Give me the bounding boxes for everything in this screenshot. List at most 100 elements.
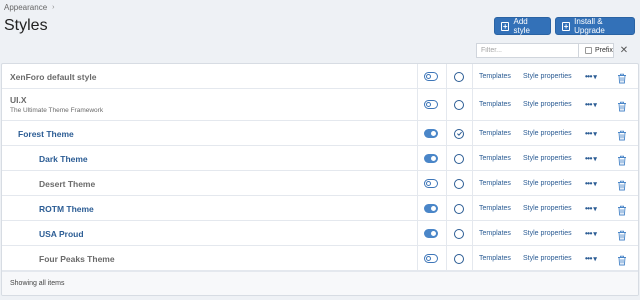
- default-style-radio[interactable]: [454, 153, 464, 164]
- templates-link[interactable]: Templates: [479, 205, 511, 212]
- trash-icon[interactable]: [617, 71, 627, 83]
- style-name[interactable]: Four Peaks Theme: [39, 254, 115, 264]
- caret-down-icon: ▾: [591, 180, 597, 188]
- footer-status: Showing all items: [10, 280, 65, 287]
- style-row[interactable]: USA Proud Templates Style properties ••• ▾: [2, 221, 638, 246]
- templates-link[interactable]: Templates: [479, 180, 511, 187]
- prefix-toggle[interactable]: Prefix: [578, 43, 614, 58]
- cell-divider: [446, 171, 447, 195]
- add-style-button[interactable]: + Add style: [494, 17, 551, 35]
- enable-toggle[interactable]: [424, 228, 438, 238]
- trash-icon[interactable]: [617, 99, 627, 112]
- cell-divider: [472, 121, 473, 145]
- enable-toggle[interactable]: [424, 153, 438, 163]
- style-name[interactable]: Forest Theme: [18, 129, 74, 139]
- style-row[interactable]: Desert Theme Templates Style properties •••…: [2, 171, 638, 196]
- cell-divider: [472, 171, 473, 195]
- style-properties-link[interactable]: Style properties: [523, 230, 572, 237]
- enable-toggle[interactable]: [424, 203, 438, 213]
- cell-divider: [417, 196, 418, 220]
- default-style-radio[interactable]: [454, 228, 464, 239]
- toggle-knob: [426, 255, 431, 261]
- more-dots-icon: •••: [585, 228, 592, 238]
- style-name[interactable]: UI.X: [10, 95, 27, 105]
- more-actions-menu[interactable]: ••• ▾: [585, 178, 597, 188]
- more-actions-menu[interactable]: ••• ▾: [585, 153, 597, 163]
- styles-list: XenForo default style Templates Style prop…: [1, 63, 639, 296]
- cell-divider: [417, 171, 418, 195]
- enable-toggle[interactable]: [424, 100, 438, 109]
- caret-down-icon: ▾: [591, 255, 597, 263]
- style-name[interactable]: ROTM Theme: [39, 204, 94, 214]
- cell-divider: [472, 196, 473, 220]
- style-name[interactable]: Desert Theme: [39, 179, 95, 189]
- more-actions-menu[interactable]: ••• ▾: [585, 100, 597, 109]
- enable-toggle[interactable]: [424, 178, 438, 188]
- default-style-radio[interactable]: [454, 71, 464, 82]
- install-upgrade-button[interactable]: + Install & Upgrade: [555, 17, 635, 35]
- templates-link[interactable]: Templates: [479, 73, 511, 80]
- enable-toggle[interactable]: [424, 71, 438, 81]
- prefix-label: Prefix: [595, 47, 613, 54]
- more-dots-icon: •••: [585, 178, 592, 188]
- style-properties-link[interactable]: Style properties: [523, 101, 572, 108]
- templates-link[interactable]: Templates: [479, 101, 511, 108]
- more-dots-icon: •••: [585, 153, 592, 163]
- templates-link[interactable]: Templates: [479, 255, 511, 262]
- trash-icon[interactable]: [617, 153, 627, 165]
- style-name[interactable]: USA Proud: [39, 229, 84, 239]
- trash-icon[interactable]: [617, 228, 627, 240]
- install-upgrade-label: Install & Upgrade: [574, 17, 605, 35]
- style-row[interactable]: Forest Theme Templates Style properties •••…: [2, 121, 638, 146]
- more-actions-menu[interactable]: ••• ▾: [585, 228, 597, 238]
- page-title: Styles: [4, 17, 48, 34]
- style-row[interactable]: UI.X The Ultimate Theme Framework Template…: [2, 89, 638, 121]
- caret-down-icon: ▾: [591, 102, 597, 109]
- style-row[interactable]: Four Peaks Theme Templates Style propertie…: [2, 246, 638, 271]
- default-style-radio[interactable]: [454, 100, 464, 110]
- more-actions-menu[interactable]: ••• ▾: [585, 204, 597, 213]
- enable-toggle[interactable]: [424, 253, 438, 263]
- enable-toggle[interactable]: [424, 128, 438, 138]
- style-properties-link[interactable]: Style properties: [523, 155, 572, 162]
- clear-filter-icon[interactable]: ✕: [614, 43, 634, 58]
- style-properties-link[interactable]: Style properties: [523, 205, 572, 212]
- style-row[interactable]: ROTM Theme Templates Style properties ••• ▾: [2, 196, 638, 221]
- default-style-radio[interactable]: [454, 203, 464, 214]
- toggle-knob: [431, 155, 436, 161]
- trash-icon[interactable]: [617, 178, 627, 190]
- caret-down-icon: ▾: [591, 130, 597, 138]
- default-style-radio[interactable]: [454, 178, 464, 189]
- style-name[interactable]: XenForo default style: [10, 72, 96, 82]
- default-style-radio[interactable]: [454, 253, 464, 264]
- cell-divider: [472, 221, 473, 245]
- style-properties-link[interactable]: Style properties: [523, 255, 572, 262]
- style-name[interactable]: Dark Theme: [39, 154, 88, 164]
- more-actions-menu[interactable]: ••• ▾: [585, 254, 597, 263]
- trash-icon[interactable]: [617, 203, 627, 215]
- style-properties-link[interactable]: Style properties: [523, 130, 572, 137]
- templates-link[interactable]: Templates: [479, 230, 511, 237]
- style-properties-link[interactable]: Style properties: [523, 180, 572, 187]
- breadcrumb-item-appearance[interactable]: Appearance: [4, 3, 47, 12]
- cell-divider: [417, 89, 418, 120]
- templates-link[interactable]: Templates: [479, 130, 511, 137]
- more-dots-icon: •••: [585, 71, 592, 81]
- cell-divider: [417, 64, 418, 88]
- trash-icon[interactable]: [617, 128, 627, 140]
- cell-divider: [417, 221, 418, 245]
- default-style-radio[interactable]: [454, 128, 464, 139]
- templates-link[interactable]: Templates: [479, 155, 511, 162]
- style-properties-link[interactable]: Style properties: [523, 73, 572, 80]
- cell-divider: [417, 146, 418, 170]
- cell-divider: [472, 246, 473, 270]
- more-actions-menu[interactable]: ••• ▾: [585, 71, 597, 81]
- filter-input[interactable]: [476, 43, 578, 58]
- caret-down-icon: ▾: [591, 230, 597, 238]
- prefix-checkbox[interactable]: [585, 47, 592, 54]
- style-row[interactable]: XenForo default style Templates Style prop…: [2, 64, 638, 89]
- trash-icon[interactable]: [617, 253, 627, 265]
- more-actions-menu[interactable]: ••• ▾: [585, 129, 597, 138]
- style-row[interactable]: Dark Theme Templates Style properties ••• ▾: [2, 146, 638, 171]
- chevron-right-icon: ›: [52, 4, 55, 11]
